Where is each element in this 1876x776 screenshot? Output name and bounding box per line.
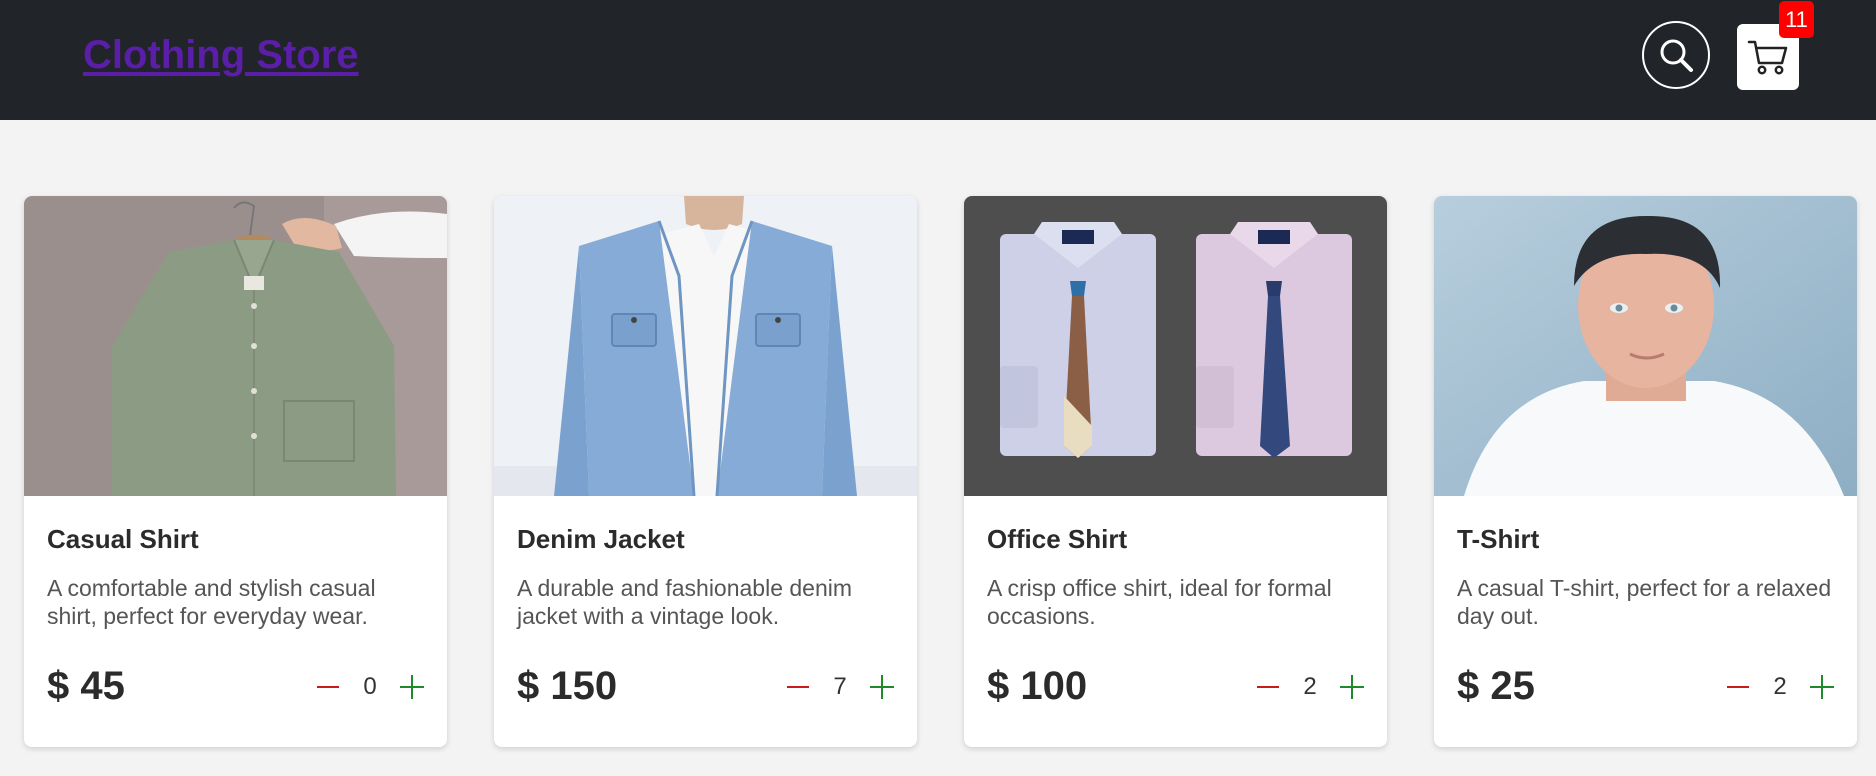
- product-image: [964, 196, 1387, 496]
- product-price: $ 25: [1457, 664, 1535, 708]
- product-description: A durable and fashionable denim jacket w…: [517, 575, 853, 629]
- product-description: A casual T-shirt, perfect for a relaxed …: [1457, 575, 1832, 629]
- product-image: [1434, 196, 1857, 496]
- product-price: $ 100: [987, 664, 1088, 708]
- product-grid: Casual Shirt A comfortable and stylish c…: [24, 196, 1857, 747]
- product-price: $ 45: [47, 664, 125, 708]
- cart-count-badge: 11: [1779, 1, 1814, 38]
- cart-icon: [1747, 40, 1788, 75]
- quantity-stepper: 2: [1726, 673, 1834, 701]
- quantity-value: 7: [833, 672, 847, 700]
- product-card: T-Shirt A casual T-shirt, perfect for a …: [1434, 196, 1857, 747]
- product-card: Office Shirt A crisp office shirt, ideal…: [964, 196, 1387, 747]
- quantity-value: 2: [1773, 672, 1787, 700]
- product-title: T-Shirt: [1457, 524, 1540, 554]
- increase-quantity-button[interactable]: [400, 674, 424, 699]
- product-price: $ 150: [517, 664, 618, 708]
- quantity-stepper: 2: [1256, 673, 1364, 701]
- increase-quantity-button[interactable]: [1340, 674, 1364, 699]
- quantity-stepper: 0: [316, 673, 424, 701]
- decrease-quantity-button[interactable]: [1256, 675, 1280, 699]
- search-button[interactable]: [1642, 21, 1710, 89]
- decrease-quantity-button[interactable]: [316, 675, 340, 699]
- product-card: Casual Shirt A comfortable and stylish c…: [24, 196, 447, 747]
- product-description: A crisp office shirt, ideal for formal o…: [987, 575, 1332, 629]
- product-title: Casual Shirt: [47, 524, 199, 554]
- decrease-quantity-button[interactable]: [1726, 675, 1750, 699]
- store-logo-link[interactable]: Clothing Store: [83, 33, 359, 78]
- decrease-quantity-button[interactable]: [786, 675, 810, 699]
- search-icon: [1660, 39, 1693, 72]
- header: Clothing Store 11: [0, 0, 1876, 120]
- quantity-stepper: 7: [786, 673, 894, 701]
- increase-quantity-button[interactable]: [870, 674, 894, 699]
- increase-quantity-button[interactable]: [1810, 674, 1834, 699]
- product-title: Office Shirt: [987, 524, 1128, 554]
- quantity-value: 0: [363, 672, 377, 700]
- product-image: [24, 196, 447, 496]
- quantity-value: 2: [1303, 672, 1317, 700]
- product-description: A comfortable and stylish casual shirt, …: [47, 575, 376, 629]
- product-card: Denim Jacket A durable and fashionable d…: [494, 196, 917, 747]
- product-image: [494, 196, 917, 496]
- product-title: Denim Jacket: [517, 524, 685, 554]
